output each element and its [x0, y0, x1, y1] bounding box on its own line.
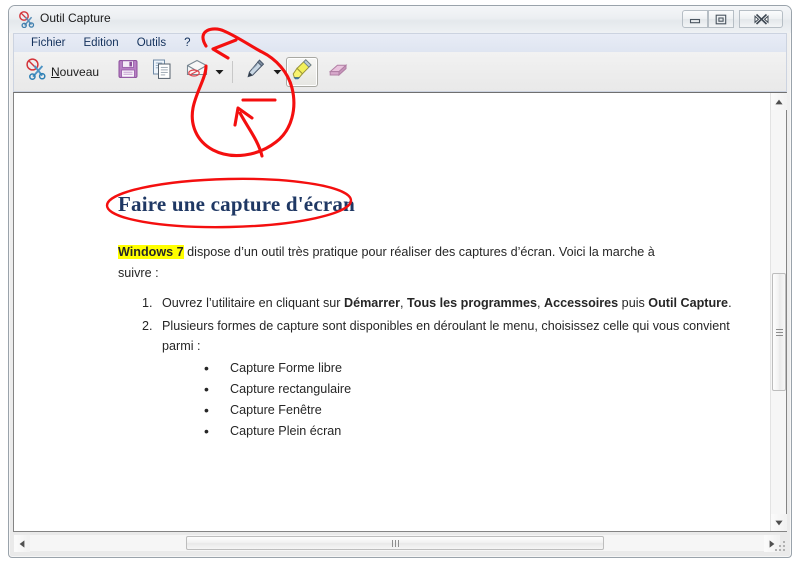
copy-button[interactable] — [147, 57, 177, 87]
capture-modes-list: Capture Forme libre Capture rectangulair… — [162, 358, 736, 442]
close-button[interactable] — [739, 10, 783, 28]
highlighter-button[interactable] — [286, 56, 319, 87]
triangle-up-icon — [775, 99, 783, 104]
scissors-icon — [18, 11, 35, 29]
chevron-down-icon — [215, 69, 224, 74]
scroll-down-button[interactable] — [771, 514, 787, 531]
new-capture-button[interactable]: Nouveau — [21, 57, 103, 87]
pen-dropdown-caret[interactable] — [271, 59, 284, 85]
toolbar-separator — [232, 60, 234, 83]
list-item: Capture Forme libre — [204, 358, 736, 379]
triangle-left-icon — [19, 539, 25, 548]
menu-item-help[interactable]: ? — [175, 36, 199, 50]
pen-button[interactable] — [239, 57, 271, 87]
list-item: Capture Fenêtre — [204, 400, 736, 421]
scroll-up-button[interactable] — [771, 93, 787, 110]
document-intro-paragraph: Windows 7 dispose d’un outil très pratiq… — [118, 242, 683, 284]
horizontal-scrollbar[interactable] — [14, 535, 780, 552]
vertical-scrollbar[interactable] — [770, 93, 787, 531]
close-icon — [754, 13, 768, 25]
document-heading: Faire une capture d'écran — [118, 192, 355, 216]
restore-icon — [715, 14, 727, 24]
scroll-left-button[interactable] — [14, 535, 30, 552]
step-1-text: Ouvrez l’utilitaire en cliquant sur Déma… — [162, 296, 732, 310]
highlighted-windows7-text: Windows 7 — [118, 245, 184, 259]
menu-item-outils[interactable]: Outils — [128, 36, 175, 50]
list-item: Ouvrez l’utilitaire en cliquant sur Déma… — [156, 293, 736, 313]
captured-document-image: Faire une capture d'écran Windows 7 disp… — [14, 93, 786, 531]
floppy-disk-icon — [117, 58, 139, 85]
triangle-down-icon — [775, 520, 783, 525]
capture-canvas[interactable]: Faire une capture d'écran Windows 7 disp… — [13, 92, 787, 532]
toolbar: Nouveau — [13, 52, 787, 92]
vertical-scroll-thumb[interactable] — [772, 273, 786, 391]
highlighter-icon — [290, 57, 314, 86]
minimize-button[interactable] — [682, 10, 708, 28]
list-item: Capture rectangulaire — [204, 379, 736, 400]
scroll-grip-icon — [775, 327, 783, 338]
resize-grip-icon — [775, 541, 785, 551]
minimize-icon — [689, 18, 701, 23]
pen-icon — [243, 57, 267, 86]
menu-item-edition[interactable]: Edition — [75, 36, 128, 50]
eraser-icon — [326, 59, 350, 84]
scroll-grip-icon — [391, 539, 400, 547]
intro-rest-text: dispose d’un outil très pratique pour ré… — [118, 245, 655, 280]
email-dropdown-caret[interactable] — [213, 59, 226, 85]
step-2-text: Plusieurs formes de capture sont disponi… — [162, 319, 730, 353]
scissors-icon — [25, 58, 47, 85]
snipping-tool-window: Outil Capture Fichier Edition Outils ? N… — [8, 5, 792, 558]
title-bar[interactable]: Outil Capture — [9, 6, 791, 33]
list-item: Plusieurs formes de capture sont disponi… — [156, 316, 736, 442]
new-capture-label: Nouveau — [51, 64, 100, 79]
window-title: Outil Capture — [40, 11, 111, 25]
menu-bar: Fichier Edition Outils ? — [13, 33, 787, 52]
horizontal-scroll-thumb[interactable] — [186, 536, 604, 550]
envelope-icon — [185, 58, 209, 85]
list-item: Capture Plein écran — [204, 421, 736, 442]
email-button[interactable] — [181, 57, 213, 87]
eraser-button[interactable] — [322, 57, 354, 87]
restore-button[interactable] — [708, 10, 734, 28]
save-button[interactable] — [113, 57, 143, 87]
resize-grip[interactable] — [774, 540, 787, 553]
chevron-down-icon — [273, 69, 282, 74]
menu-item-fichier[interactable]: Fichier — [22, 36, 75, 50]
copy-icon — [151, 58, 173, 85]
document-steps-list: Ouvrez l’utilitaire en cliquant sur Déma… — [118, 293, 736, 445]
